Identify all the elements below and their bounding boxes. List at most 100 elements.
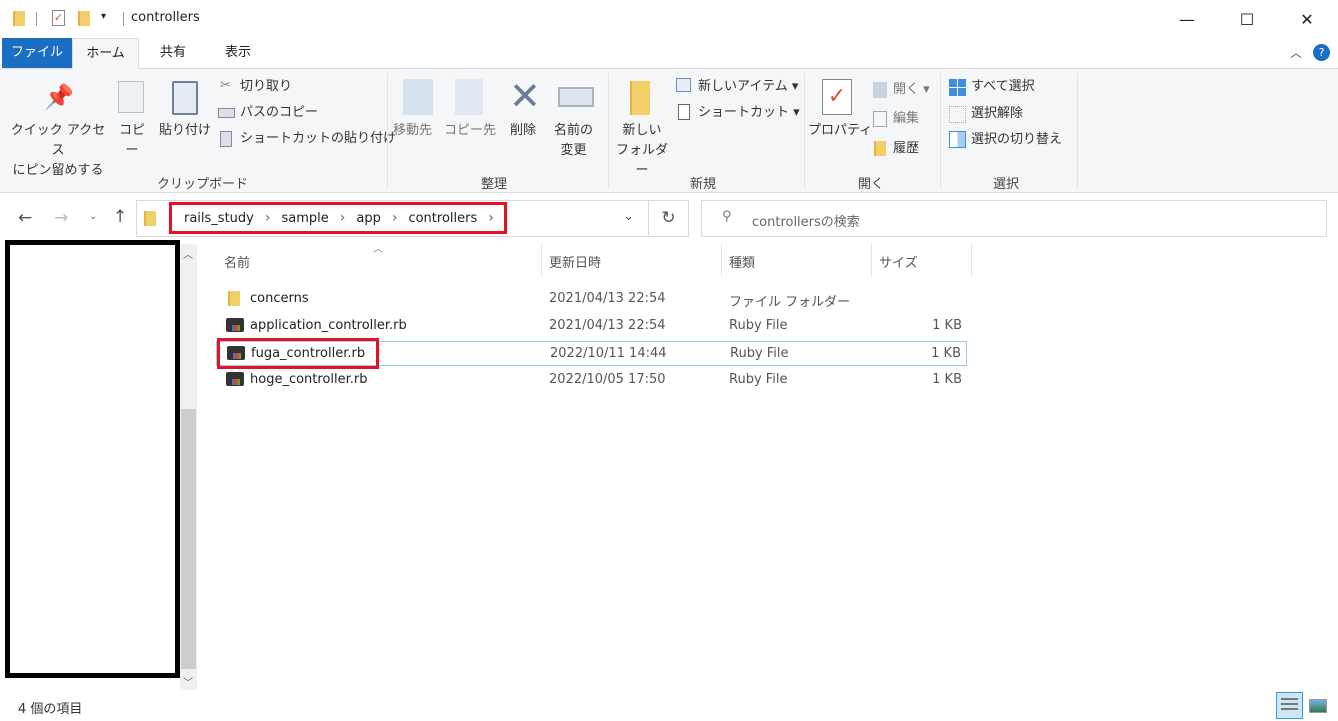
chevron-right-icon[interactable]: › [392,210,398,226]
highlight-box [217,338,379,369]
ribbon: 📌 クイック アクセス にピン留めする コピー 貼り付け ✂ 切り取り パスのコピ… [0,68,1338,193]
maximize-button[interactable]: ☐ [1224,0,1270,38]
file-row[interactable]: concerns 2021/04/13 22:54 ファイル フォルダー [216,287,967,312]
scroll-thumb[interactable] [181,409,196,669]
move-to-button[interactable]: 移動先 [393,121,432,141]
details-view-button[interactable] [1276,692,1303,719]
refresh-button[interactable]: ↻ [649,200,689,237]
new-folder-icon [630,81,650,115]
select-all-icon [949,79,966,96]
divider [940,73,941,189]
group-label-select: 選択 [993,177,1020,192]
properties-icon: ✓ [822,79,852,115]
file-date: 2022/10/11 14:44 [550,346,667,361]
edit-icon [873,111,887,127]
breadcrumb: rails_study › sample › app › controllers › [169,202,507,234]
copy-path-icon [218,108,235,118]
copy-to-icon [455,79,483,115]
divider [387,73,388,189]
copy-button[interactable]: コピー [114,121,150,161]
properties-button[interactable]: プロパティ [808,121,872,141]
search-placeholder: controllersの検索 [752,215,860,230]
pin-quick-access-button[interactable]: クイック アクセス にピン留めする [8,121,108,181]
breadcrumb-item[interactable]: sample [281,211,328,226]
pin-icon: 📌 [44,83,74,111]
group-label-clipboard: クリップボード [157,177,249,192]
breadcrumb-item[interactable]: rails_study [184,211,254,226]
breadcrumb-item[interactable]: controllers [408,211,477,226]
file-name: concerns [250,291,309,306]
paste-icon [172,81,198,115]
scroll-up-icon[interactable]: ︿ [183,246,193,261]
rename-button[interactable]: 名前の 変更 [554,121,593,161]
properties-quick-icon[interactable]: ✓ [52,10,65,26]
open-button[interactable]: 開く ▾ [893,80,930,100]
paste-shortcut-button[interactable]: ショートカットの貼り付け [240,129,396,149]
delete-icon: ✕ [509,74,541,118]
invert-selection-icon [949,131,966,148]
folder-icon [13,11,25,26]
column-header-date[interactable]: 更新日時 [549,252,601,271]
new-folder-button[interactable]: 新しい フォルダー [612,121,672,181]
address-dropdown-icon[interactable]: ⌄ [623,209,634,224]
chevron-right-icon[interactable]: › [488,210,494,226]
edit-button[interactable]: 編集 [893,109,919,129]
address-bar[interactable]: rails_study › sample › app › controllers › ⌄ [136,200,649,237]
back-icon[interactable]: ← [18,208,32,228]
scroll-down-icon[interactable]: ﹀ [183,674,193,689]
shortcut-button[interactable]: ショートカット ▾ [698,103,800,123]
history-button[interactable]: 履歴 [893,139,919,159]
status-item-count: 4 個の項目 [18,702,83,717]
help-icon[interactable]: ? [1313,44,1330,61]
divider [804,73,805,189]
up-icon[interactable]: ↑ [113,207,127,227]
file-type: ファイル フォルダー [729,295,851,310]
cut-button[interactable]: 切り取り [240,77,292,97]
sort-ascending-icon: ︿ [373,244,383,255]
invert-selection-button[interactable]: 選択の切り替え [971,130,1062,150]
copy-path-button[interactable]: パスのコピー [240,103,318,123]
column-header-type[interactable]: 種類 [729,252,755,271]
title-bar: ✓ ▾ controllers — ☐ ✕ [0,0,1338,38]
details-view-icon [1281,698,1298,713]
divider [871,244,872,276]
paste-button[interactable]: 貼り付け [158,121,212,141]
breadcrumb-item[interactable]: app [356,211,380,226]
divider [541,244,542,276]
group-label-new: 新規 [690,177,717,192]
new-item-button[interactable]: 新しいアイテム ▾ [698,77,798,97]
nav-scrollbar[interactable]: ︿ ﹀ [180,244,197,690]
column-header-size[interactable]: サイズ [879,252,918,271]
divider [971,244,972,276]
file-size: 1 KB [932,372,962,387]
close-button[interactable]: ✕ [1284,0,1330,38]
column-header-name[interactable]: 名前 [224,252,250,271]
file-row[interactable]: hoge_controller.rb 2022/10/05 17:50 Ruby F… [216,368,967,393]
minimize-button[interactable]: — [1164,0,1210,38]
chevron-right-icon[interactable]: › [340,210,346,226]
tab-share[interactable]: 共有 [143,38,203,68]
forward-icon[interactable]: → [54,208,68,228]
recent-locations-icon[interactable]: ⌄ [89,211,97,222]
tab-view[interactable]: 表示 [208,38,268,68]
quick-access-dropdown-icon[interactable]: ▾ [101,11,106,22]
tab-file[interactable]: ファイル [2,38,72,68]
rename-icon [558,87,594,107]
copy-to-button[interactable]: コピー先 [444,121,496,141]
new-folder-quick-icon[interactable] [78,11,90,26]
select-all-button[interactable]: すべて選択 [971,77,1035,97]
new-item-icon [676,78,691,92]
file-row[interactable]: application_controller.rb 2021/04/13 22:5… [216,314,967,339]
navigation-pane [5,240,180,678]
tab-home[interactable]: ホーム [72,38,139,69]
chevron-right-icon[interactable]: › [265,210,271,226]
large-icons-view-button[interactable] [1309,699,1327,713]
group-label-organize: 整理 [481,177,508,192]
group-label-open: 開く [858,177,885,192]
select-none-button[interactable]: 選択解除 [971,104,1023,124]
search-box[interactable]: ⚲ controllersの検索 [701,200,1327,237]
delete-button[interactable]: 削除 [510,121,536,141]
folder-icon [144,211,156,226]
file-row[interactable]: fuga_controller.rb 2022/10/11 14:44 Ruby F… [216,338,967,369]
ribbon-collapse-icon[interactable]: ︿ [1290,44,1302,61]
